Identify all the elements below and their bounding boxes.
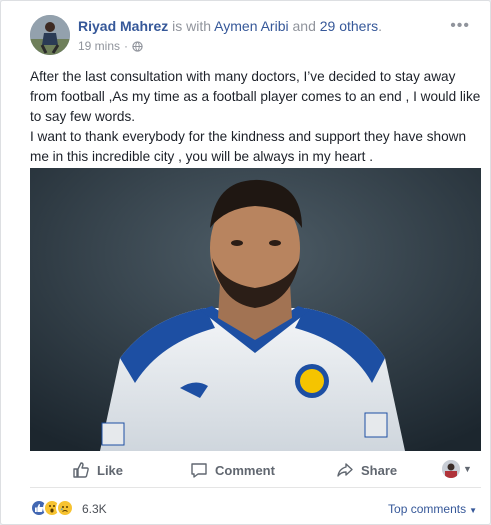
thumbs-up-icon <box>73 462 89 478</box>
post-paragraph-1: After the last consultation with many do… <box>30 69 481 124</box>
tagged-friend-link[interactable]: Aymen Aribi <box>214 18 288 34</box>
globe-icon[interactable] <box>132 40 143 52</box>
like-button[interactable]: Like <box>72 461 123 479</box>
share-button[interactable]: Share <box>336 461 397 479</box>
and-text: and <box>288 18 320 34</box>
more-options-icon[interactable]: ••• <box>450 17 470 35</box>
reaction-count[interactable]: 6.3K <box>82 502 107 516</box>
meta-separator: · <box>124 39 129 53</box>
viewer-avatar-image <box>442 460 460 478</box>
post-paragraph-2: I want to thank everybody for the kindne… <box>30 129 467 164</box>
post-as-selector[interactable]: ▼ <box>442 460 472 478</box>
author-line: Riyad Mahrez is with Aymen Aribi and 29 … <box>78 18 382 34</box>
top-comments-dropdown[interactable]: Top comments ▼ <box>388 502 477 516</box>
post-card: Riyad Mahrez is with Aymen Aribi and 29 … <box>0 0 491 525</box>
comment-label: Comment <box>215 462 275 478</box>
comment-button[interactable]: Comment <box>190 461 275 479</box>
sad-reaction-icon <box>56 499 74 517</box>
top-comments-label: Top comments <box>388 502 467 516</box>
share-arrow-icon <box>337 463 353 477</box>
post-meta: 19 mins · <box>78 39 143 53</box>
reaction-icons[interactable] <box>30 499 74 517</box>
author-avatar[interactable] <box>30 15 70 55</box>
post-photo[interactable] <box>30 168 481 451</box>
post-actions-bar: Like Comment Share ▼ <box>30 452 481 488</box>
reactions-bar: 6.3K Top comments ▼ <box>30 497 481 519</box>
share-label: Share <box>361 462 398 478</box>
with-text: is with <box>168 18 215 34</box>
avatar-image <box>30 15 70 55</box>
others-link[interactable]: 29 others <box>320 18 378 34</box>
post-time[interactable]: 19 mins <box>78 39 120 53</box>
post-text: After the last consultation with many do… <box>30 67 482 167</box>
author-name[interactable]: Riyad Mahrez <box>78 18 168 34</box>
like-label: Like <box>97 462 124 478</box>
viewer-avatar <box>442 460 460 478</box>
period-text: . <box>378 18 383 34</box>
caret-down-icon: ▼ <box>469 506 477 515</box>
comment-icon <box>191 463 207 478</box>
player-photo-image <box>30 168 481 451</box>
post-header: Riyad Mahrez is with Aymen Aribi and 29 … <box>30 15 478 59</box>
chevron-down-icon: ▼ <box>463 464 472 474</box>
